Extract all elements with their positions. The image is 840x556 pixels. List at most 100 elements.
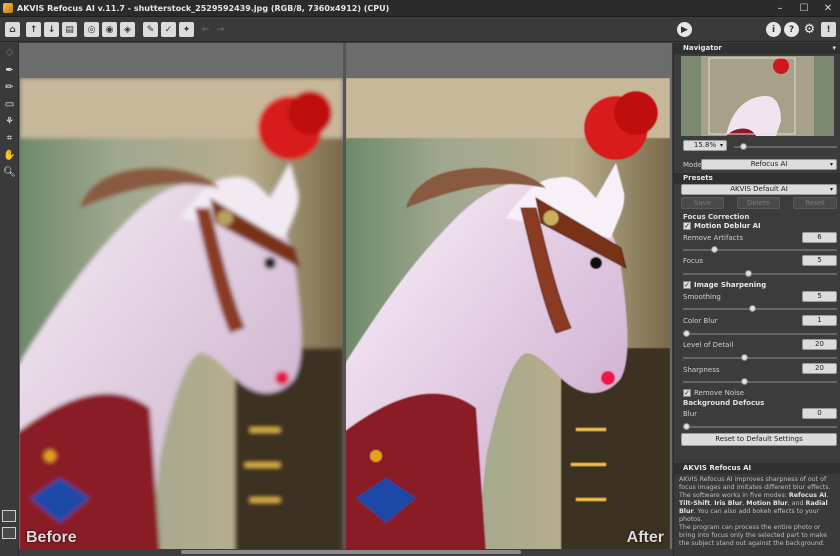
help-text: AKVIS Refocus AI improves sharpness of o…: [679, 476, 837, 548]
help-button[interactable]: ?: [784, 22, 799, 37]
focus-label: Focus: [683, 257, 703, 265]
image-canvas[interactable]: Before After: [19, 43, 672, 553]
brush-icon[interactable]: ✓: [161, 22, 176, 37]
level-of-detail-value[interactable]: 20: [802, 339, 837, 350]
focus-knob[interactable]: [745, 270, 752, 277]
help-mode-tilt-shift: Tilt-Shift: [679, 500, 711, 507]
crop-tool-icon[interactable]: ⌗: [2, 131, 17, 146]
preset-select[interactable]: AKVIS Default AI ▾: [681, 184, 837, 195]
app-window: AKVIS Refocus AI v.11.7 - shutterstock_2…: [0, 0, 840, 556]
smoothing-slider[interactable]: [683, 305, 837, 312]
motion-deblur-label: Motion Deblur AI: [694, 222, 761, 230]
mode-select[interactable]: Refocus AI ▾: [701, 159, 837, 170]
navigator-preview[interactable]: [681, 56, 834, 136]
image-sharpening-checkbox[interactable]: ✓: [683, 281, 691, 289]
focus-correction-heading: Focus Correction: [683, 213, 750, 221]
chevron-down-icon: ▾: [829, 186, 833, 193]
smoothing-value[interactable]: 5: [802, 291, 837, 302]
remove-artifacts-slider[interactable]: [683, 246, 837, 253]
hand-tool-icon[interactable]: ✋: [2, 148, 17, 163]
undo-icon[interactable]: ←: [198, 22, 213, 37]
info-button[interactable]: i: [766, 22, 781, 37]
level-of-detail-slider[interactable]: [683, 354, 837, 361]
after-label: After: [626, 529, 664, 546]
remove-artifacts-knob[interactable]: [711, 246, 718, 253]
reset-default-settings-button[interactable]: Reset to Default Settings: [681, 433, 837, 446]
plugin-icon[interactable]: ◈: [120, 22, 135, 37]
focus-area-tool-icon[interactable]: ✒: [2, 63, 17, 78]
color-blur-slider[interactable]: [683, 330, 837, 337]
help-header: AKVIS Refocus AI: [674, 463, 840, 474]
smoothing-knob[interactable]: [749, 305, 756, 312]
maximize-button[interactable]: ☐: [792, 0, 816, 17]
minimize-button[interactable]: –: [768, 0, 792, 17]
close-button[interactable]: ✕: [816, 0, 840, 17]
blur-value[interactable]: 0: [802, 408, 837, 419]
sharpness-knob[interactable]: [741, 378, 748, 385]
background-tool-icon[interactable]: ✏: [2, 80, 17, 95]
redo-icon[interactable]: →: [213, 22, 228, 37]
after-image[interactable]: After: [346, 78, 670, 553]
navigator-thumbnail: [681, 56, 834, 136]
split-view-icon[interactable]: [2, 510, 16, 522]
scrollbar-thumb[interactable]: [181, 550, 521, 554]
delete-preset-button[interactable]: Delete: [737, 197, 780, 209]
batch-icon[interactable]: ◎: [84, 22, 99, 37]
navigator-title: Navigator: [683, 44, 722, 52]
sharpness-label: Sharpness: [683, 366, 720, 374]
open-file-icon[interactable]: ↑: [26, 22, 41, 37]
canvas-margin-before: [20, 43, 343, 78]
canvas-margin-after: [346, 43, 670, 78]
remove-artifacts-label: Remove Artifacts: [683, 234, 743, 242]
sharpness-slider[interactable]: [683, 378, 837, 385]
focus-value[interactable]: 5: [802, 255, 837, 266]
blur-slider[interactable]: [683, 423, 837, 430]
settings-button[interactable]: ⚙: [802, 22, 817, 37]
image-sharpening-label: Image Sharpening: [694, 281, 767, 289]
collapse-icon[interactable]: ▾: [832, 43, 836, 54]
chevron-down-icon: ▾: [719, 142, 723, 149]
zoom-select[interactable]: 15.8% ▾: [683, 140, 727, 151]
share-icon[interactable]: ◉: [102, 22, 117, 37]
zoom-slider[interactable]: [734, 143, 837, 150]
reset-preset-button[interactable]: Reset: [793, 197, 837, 209]
toolbar: ⌂ ↑ ↓ ▤ ◎ ◉ ◈ ✎ ✓ ✦ ← → ▶ i ? ⚙ !: [0, 18, 840, 42]
navigator-header: Navigator ▾: [674, 43, 840, 54]
tools-panel: ◇ ✒ ✏ ▭ ⚘ ⌗ ✋ 🔍︎: [0, 43, 19, 556]
color-blur-value[interactable]: 1: [802, 315, 837, 326]
zoom-slider-knob[interactable]: [740, 143, 747, 150]
preset-brush-icon[interactable]: ✎: [143, 22, 158, 37]
presets-title: Presets: [683, 174, 713, 182]
background-defocus-heading: Background Defocus: [683, 399, 765, 407]
save-file-icon[interactable]: ↓: [44, 22, 59, 37]
eraser-tool-icon[interactable]: ▭: [2, 97, 17, 112]
home-icon[interactable]: ⌂: [5, 22, 20, 37]
remove-noise-checkbox[interactable]: ✓: [683, 389, 691, 397]
single-view-icon[interactable]: [2, 527, 16, 539]
level-of-detail-knob[interactable]: [741, 354, 748, 361]
selection-tool-icon[interactable]: ◇: [2, 45, 17, 60]
color-blur-knob[interactable]: [683, 330, 690, 337]
app-logo-icon: [3, 3, 13, 13]
run-button[interactable]: ▶: [677, 22, 692, 37]
before-image[interactable]: Before: [20, 78, 343, 553]
sharpness-value[interactable]: 20: [802, 363, 837, 374]
remove-artifacts-value[interactable]: 6: [802, 232, 837, 243]
presets-header: Presets: [674, 173, 840, 184]
post-processing-tool-icon[interactable]: ⚘: [2, 114, 17, 129]
save-preset-button[interactable]: Save: [681, 197, 724, 209]
print-icon[interactable]: ▤: [62, 22, 77, 37]
focus-slider[interactable]: [683, 270, 837, 277]
brush-options-icon[interactable]: ✦: [179, 22, 194, 37]
chevron-down-icon: ▾: [829, 161, 833, 168]
mode-value: Refocus AI: [750, 160, 788, 168]
motion-deblur-checkbox[interactable]: ✓: [683, 222, 691, 230]
remove-noise-label: Remove Noise: [694, 389, 745, 397]
notes-button[interactable]: !: [821, 22, 836, 37]
zoom-tool-icon[interactable]: 🔍︎: [2, 165, 17, 180]
blur-knob[interactable]: [683, 423, 690, 430]
horizontal-scrollbar[interactable]: [19, 549, 672, 556]
level-of-detail-label: Level of Detail: [683, 341, 734, 349]
smoothing-label: Smoothing: [683, 293, 721, 301]
window-title: AKVIS Refocus AI v.11.7 - shutterstock_2…: [17, 3, 390, 13]
